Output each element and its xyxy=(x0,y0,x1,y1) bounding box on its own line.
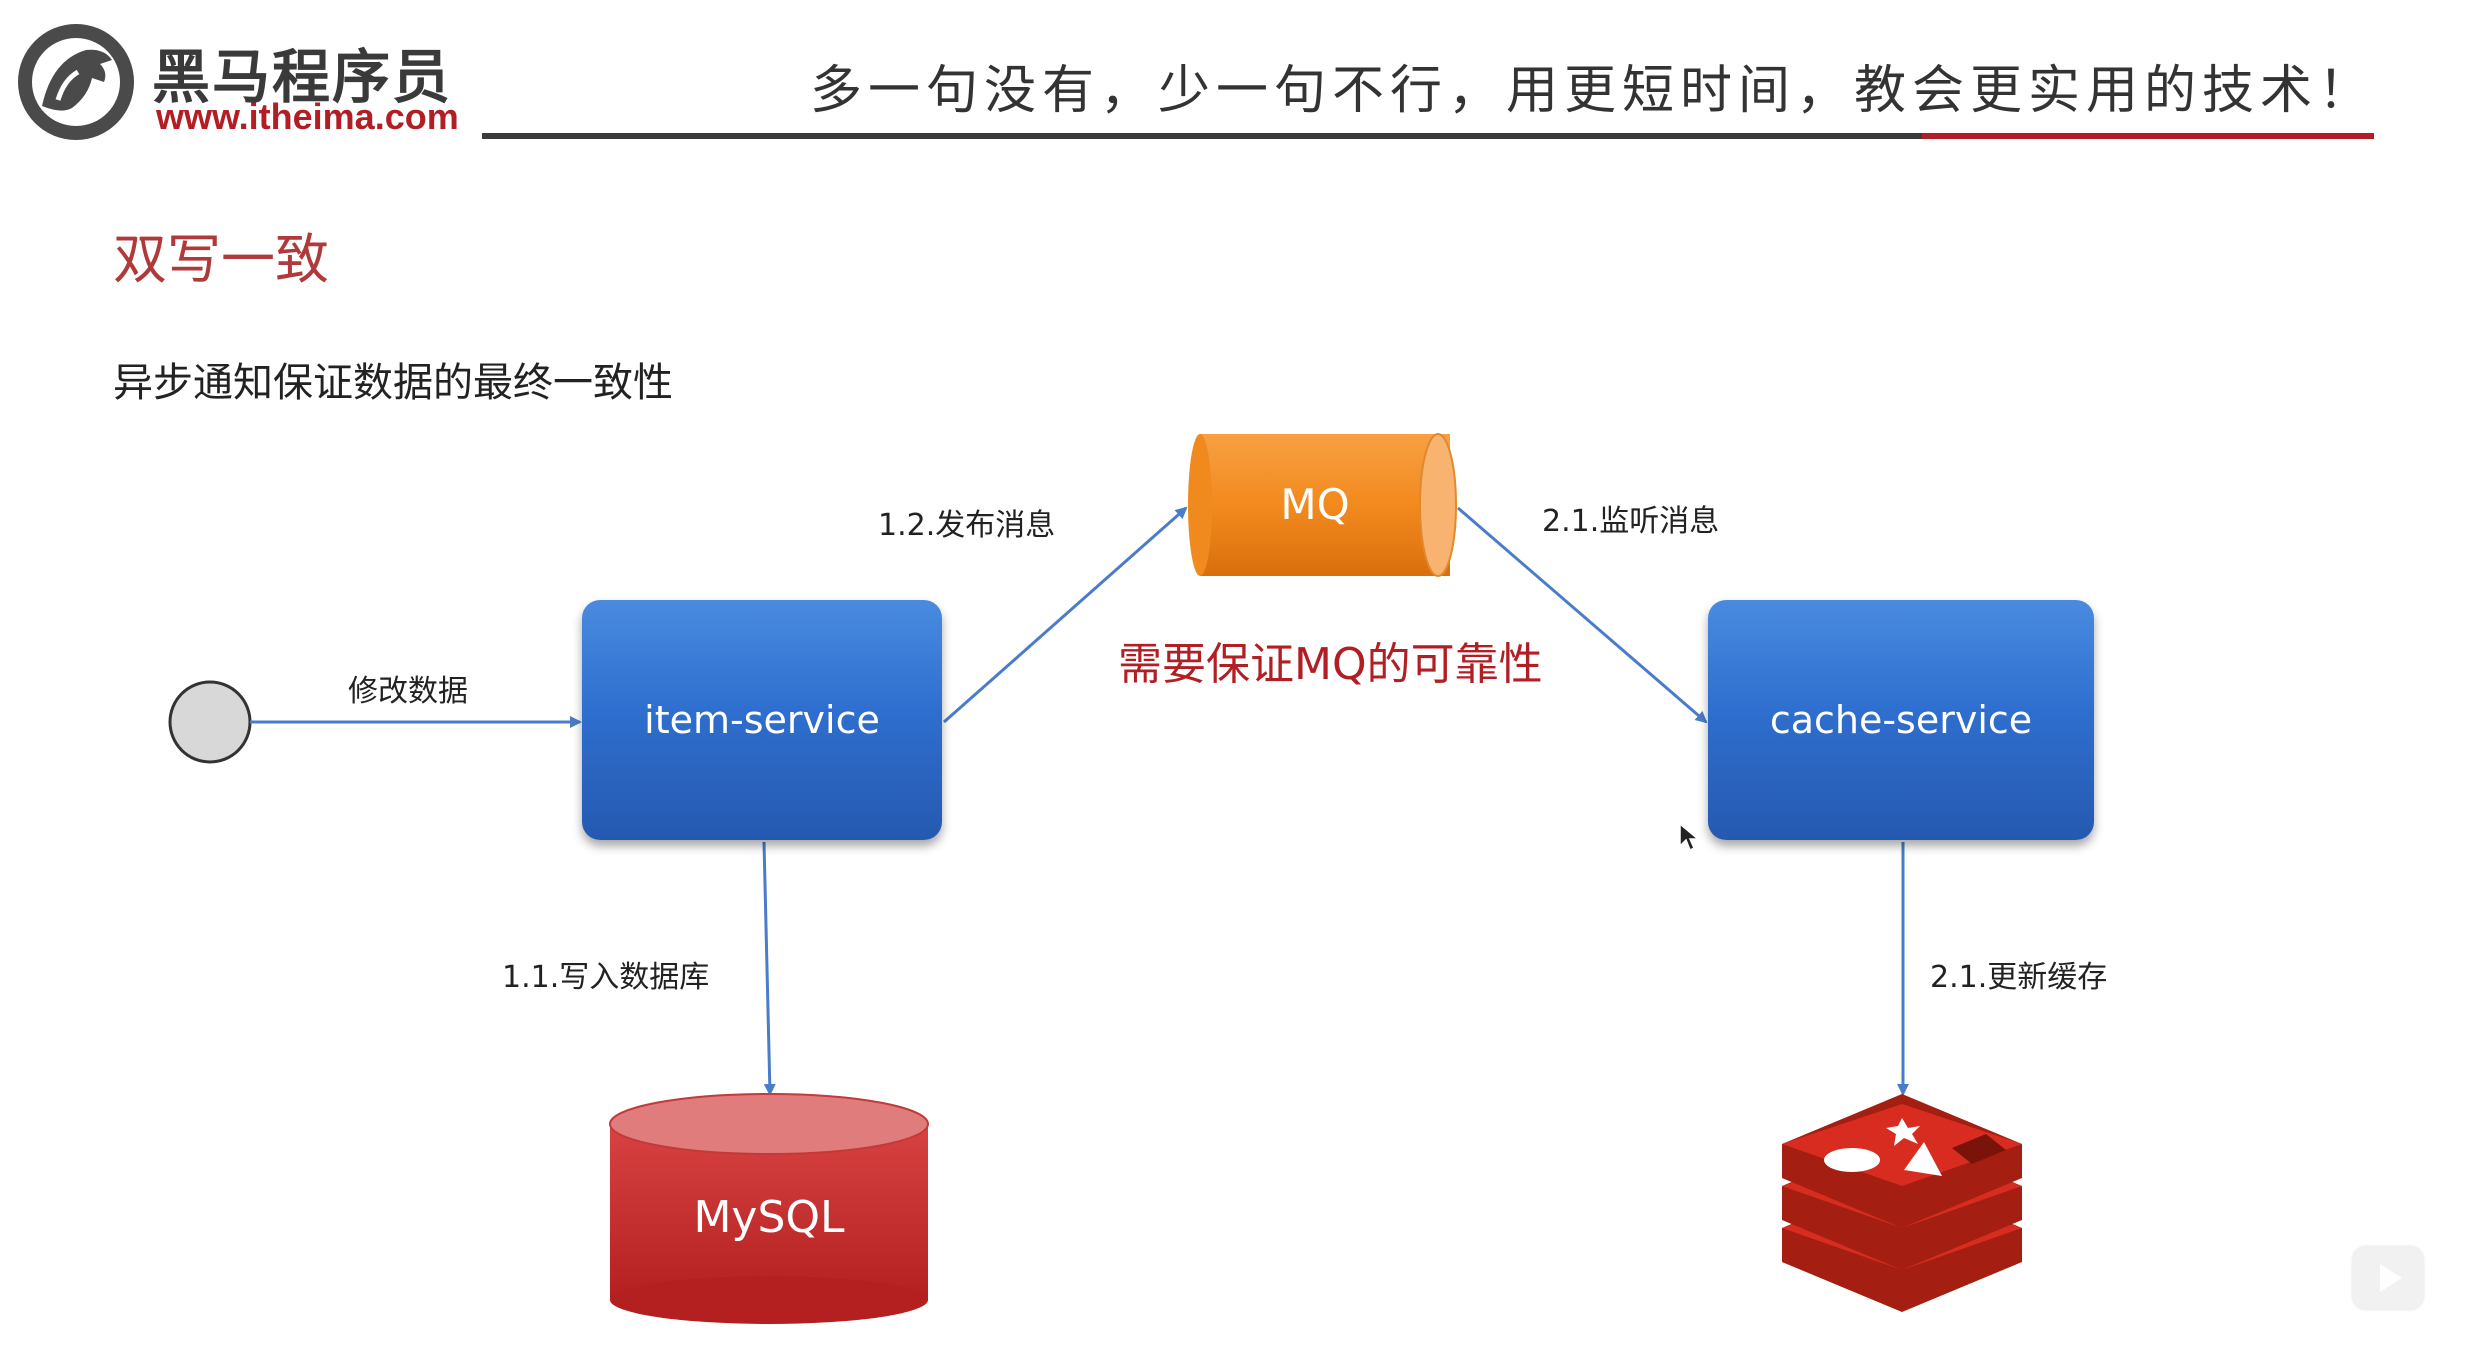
redis-logo-icon xyxy=(1782,1094,2022,1312)
item-service-label: item-service xyxy=(644,698,880,742)
reliability-note: 需要保证MQ的可靠性 xyxy=(1118,639,1543,690)
edge-label-write-db: 1.1.写入数据库 xyxy=(502,960,710,995)
play-icon[interactable] xyxy=(2346,1236,2430,1320)
arrow-write-db xyxy=(762,841,776,1096)
mq-label: MQ xyxy=(1280,480,1350,529)
mysql-label: MySQL xyxy=(693,1192,845,1243)
item-service-node: item-service xyxy=(582,600,942,840)
cache-service-label: cache-service xyxy=(1769,698,2033,742)
edge-label-modify-data: 修改数据 xyxy=(348,674,468,709)
edge-label-listen: 2.1.监听消息 xyxy=(1542,504,1720,539)
cache-service-node: cache-service xyxy=(1708,600,2094,840)
mouse-cursor-icon xyxy=(1679,822,1700,852)
start-node xyxy=(168,680,252,764)
edge-label-publish: 1.2.发布消息 xyxy=(878,508,1056,543)
edge-label-update-cache: 2.1.更新缓存 xyxy=(1930,960,2108,995)
